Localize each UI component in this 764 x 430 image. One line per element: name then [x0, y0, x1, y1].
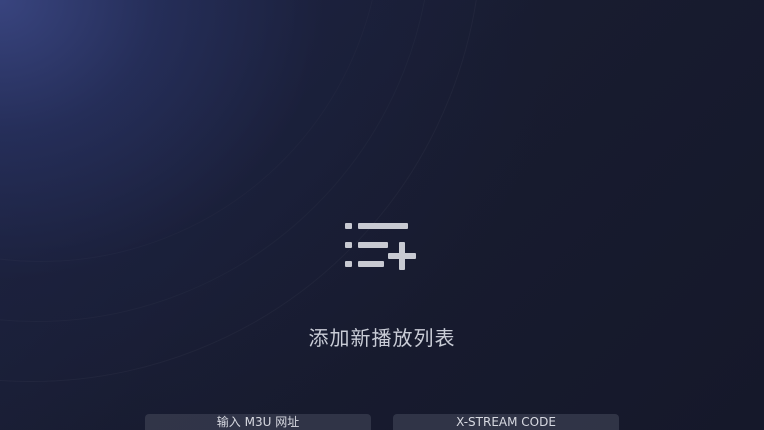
page-title: 添加新播放列表	[308, 326, 456, 350]
xstream-code-label: X-STREAM CODE	[456, 415, 556, 429]
enter-m3u-url-label: 输入 M3U 网址	[216, 415, 300, 429]
enter-m3u-url-button[interactable]: 输入 M3U 网址	[145, 414, 371, 430]
xstream-code-button[interactable]: X-STREAM CODE	[393, 414, 619, 430]
playlist-add-icon[interactable]	[344, 216, 422, 276]
app-screen: 添加新播放列表 输入 M3U 网址 X-STREAM CODE	[0, 0, 764, 430]
